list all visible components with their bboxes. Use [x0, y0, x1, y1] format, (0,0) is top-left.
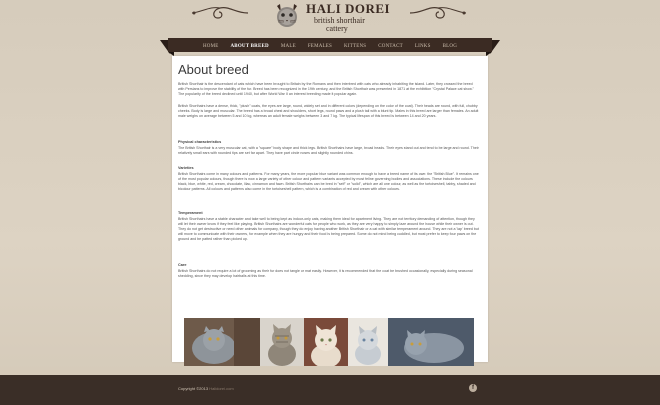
- cat-photo-strip: [184, 318, 474, 366]
- cat-head-icon: [277, 4, 297, 27]
- footer: Copyright ©2013 Halidorei.com f: [0, 375, 660, 405]
- nav-links[interactable]: LINKS: [409, 44, 437, 49]
- care-paragraph: British Shorthairs do not require a lot …: [178, 269, 473, 278]
- physical-heading: Physical characteristics: [178, 140, 222, 144]
- nav-blog[interactable]: BLOG: [437, 44, 463, 49]
- cat-photo-2[interactable]: [260, 318, 304, 366]
- nav-females[interactable]: FEMALES: [302, 44, 338, 49]
- varieties-paragraph: British Shorthairs come in many colours …: [178, 172, 479, 191]
- cat-photo-4[interactable]: [348, 318, 388, 366]
- left-ornament-icon: [191, 7, 249, 19]
- brand-logo[interactable]: HALI DOREI british shorthair cattery: [270, 0, 405, 36]
- copyright-label: Copyright ©2013: [178, 386, 209, 391]
- facebook-icon[interactable]: f: [469, 384, 477, 392]
- intro-paragraph-1: British Shorthair is the descendant of c…: [178, 82, 474, 96]
- copyright-text: Copyright ©2013 Halidorei.com: [178, 386, 234, 391]
- cat-photo-5[interactable]: [388, 318, 474, 366]
- nav-about-breed[interactable]: ABOUT BREED: [224, 44, 274, 49]
- cat-photo-3[interactable]: [304, 318, 348, 366]
- site-link[interactable]: Halidorei.com: [209, 386, 233, 391]
- main-nav: HOME ABOUT BREED MALE FEMALES KITTENS CO…: [160, 38, 500, 56]
- main-content: About breed British Shorthair is the des…: [172, 56, 488, 362]
- page-title: About breed: [178, 62, 249, 77]
- brand-title: HALI DOREI: [306, 1, 391, 16]
- nav-home[interactable]: HOME: [197, 44, 225, 49]
- temperament-paragraph: British Shorthairs have a stable charact…: [178, 217, 479, 241]
- nav-male[interactable]: MALE: [275, 44, 302, 49]
- care-heading: Care: [178, 263, 187, 267]
- nav-contact[interactable]: CONTACT: [372, 44, 409, 49]
- right-ornament-icon: [409, 7, 467, 19]
- cat-photo-1[interactable]: [184, 318, 260, 366]
- varieties-heading: Varieties: [178, 166, 194, 170]
- brand-subtitle-2: cattery: [326, 24, 348, 33]
- temperament-heading: Temperament: [178, 211, 203, 215]
- nav-kittens[interactable]: KITTENS: [338, 44, 372, 49]
- header: HALI DOREI british shorthair cattery: [0, 0, 660, 40]
- intro-paragraph-2: British Shorthairs have a dense, thick, …: [178, 104, 479, 118]
- physical-paragraph: The British Shorthair is a very muscular…: [178, 146, 479, 155]
